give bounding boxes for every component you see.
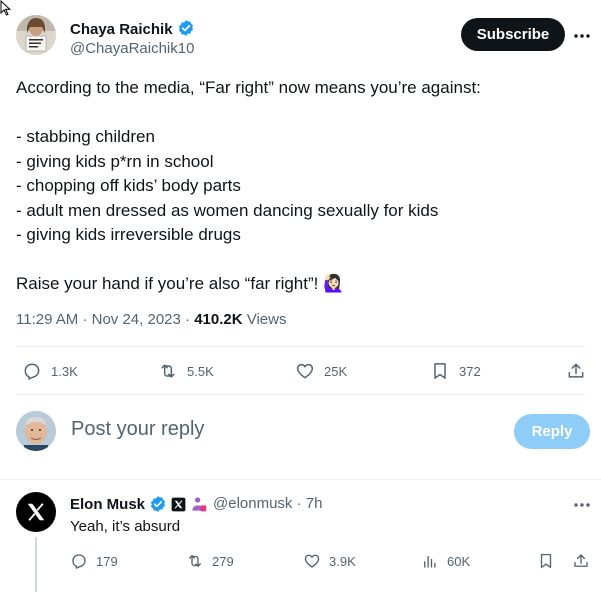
reply-text: Yeah, it’s absurd: [70, 518, 181, 535]
tweet-list-item: - giving kids irreversible drugs: [16, 225, 241, 244]
tweet-list-item: - giving kids p*rn in school: [16, 151, 214, 171]
tweet-closing: Raise your hand if you’re also “far righ…: [16, 274, 345, 293]
reply-author-name[interactable]: Elon Musk: [70, 496, 145, 513]
subscribe-button[interactable]: Subscribe: [461, 18, 565, 51]
user-avatar[interactable]: [16, 411, 56, 451]
divider: [16, 346, 586, 347]
like-action-button[interactable]: 25K: [295, 361, 347, 381]
share-icon[interactable]: [566, 361, 586, 381]
author-handle[interactable]: @ChayaRaichik10: [70, 40, 194, 57]
analytics-icon: [424, 555, 436, 568]
like-count: 25K: [324, 363, 348, 379]
tweet-list-item: - stabbing children: [16, 127, 155, 146]
mouse-cursor-icon: [0, 0, 12, 16]
reply-button[interactable]: Reply: [514, 414, 590, 449]
tweet-intro: According to the media, “Far right” now …: [16, 78, 481, 97]
verified-icon: [150, 496, 166, 512]
views-label: Views: [246, 311, 287, 328]
reply-icon: [72, 554, 86, 569]
reply-action-button[interactable]: 1.3K: [22, 361, 78, 381]
tweet-time[interactable]: 11:29 AM: [16, 311, 78, 328]
tweet-meta: 11:29 AM · Nov 24, 2023 · 410.2K Views: [16, 311, 286, 328]
reply-like-count: 3.9K: [329, 553, 356, 569]
heart-icon: [296, 363, 314, 379]
repost-count: 5.5K: [187, 363, 214, 379]
bookmark-count: 372: [459, 363, 481, 379]
repost-action-button[interactable]: 5.5K: [158, 361, 214, 381]
meta-separator: ·: [185, 311, 191, 328]
tweet-date[interactable]: Nov 24, 2023: [92, 311, 181, 328]
tweet-list-item: - adult men dressed as women dancing sex…: [16, 200, 439, 220]
x-affiliate-icon[interactable]: [171, 497, 186, 512]
affiliation-badge-icon[interactable]: [191, 496, 207, 512]
tweet-text: According to the media, “Far right” now …: [16, 76, 586, 297]
reply-repost-count: 279: [212, 553, 234, 569]
reply-handle[interactable]: @elonmusk: [213, 495, 292, 512]
reply-age[interactable]: 7h: [306, 495, 323, 512]
meta-separator: ·: [82, 311, 88, 328]
reply-icon: [24, 363, 40, 380]
reply-author[interactable]: Elon Musk: [70, 495, 207, 513]
thread-line: [35, 537, 37, 592]
reply-views-button[interactable]: 60K: [421, 552, 470, 570]
verified-icon: [178, 20, 193, 36]
reply-repost-button[interactable]: 279: [186, 552, 234, 570]
reply-like-button[interactable]: 3.9K: [303, 552, 356, 570]
tweet-list-item: - chopping off kids’ body parts: [16, 176, 241, 195]
heart-icon: [304, 554, 320, 568]
bookmark-action-button[interactable]: 372: [430, 361, 481, 381]
author-name-text[interactable]: Chaya Raichik: [70, 21, 173, 38]
bookmark-icon: [434, 363, 446, 379]
reply-count: 1.3K: [51, 363, 78, 379]
repost-icon: [189, 555, 201, 567]
views-count: 410.2K: [194, 311, 243, 328]
repost-icon: [161, 364, 175, 378]
reply-reply-count: 179: [96, 553, 118, 569]
reply-input[interactable]: Post your reply: [71, 418, 204, 441]
reply-views-count: 60K: [447, 553, 471, 569]
reply-reply-button[interactable]: 179: [70, 552, 118, 570]
share-icon[interactable]: [572, 552, 590, 570]
reply-handle-line: @elonmusk · 7h: [213, 495, 322, 512]
divider: [0, 479, 601, 480]
x-logo-icon: [27, 503, 45, 521]
reply-author-avatar[interactable]: [16, 492, 56, 532]
meta-separator: ·: [296, 495, 302, 512]
bookmark-icon[interactable]: [537, 552, 555, 570]
divider: [16, 394, 586, 395]
more-horizontal-icon[interactable]: [572, 495, 592, 515]
author-avatar[interactable]: [16, 15, 56, 55]
more-horizontal-icon[interactable]: [572, 26, 592, 46]
author-name[interactable]: Chaya Raichik: [70, 19, 195, 38]
